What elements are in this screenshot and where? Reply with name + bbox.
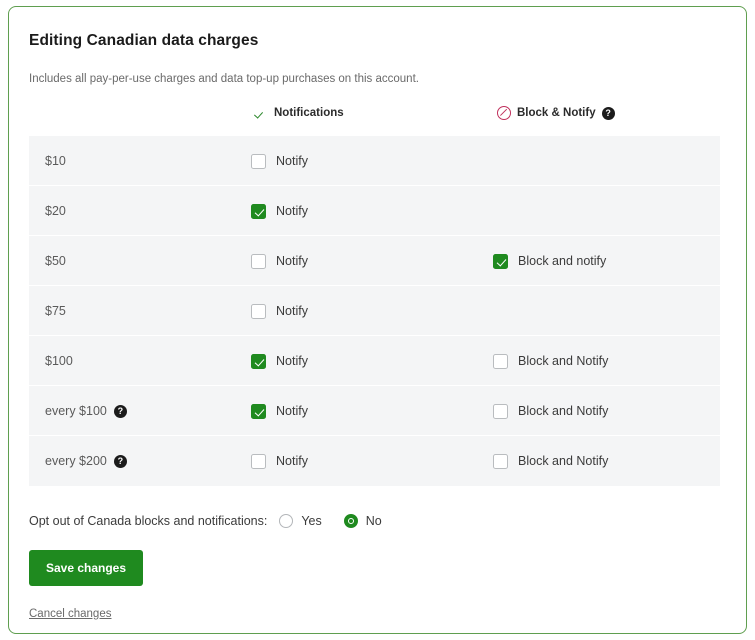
notify-label[interactable]: Notify	[276, 404, 308, 418]
notify-option-cell[interactable]: Notify	[251, 336, 308, 386]
charge-amount-cell: $20	[45, 186, 66, 236]
notify-label[interactable]: Notify	[276, 304, 308, 318]
save-changes-button[interactable]: Save changes	[29, 550, 143, 586]
notify-label[interactable]: Notify	[276, 254, 308, 268]
table-row: $100 Notify Block and Notify	[29, 336, 720, 386]
radio-no-label: No	[365, 514, 382, 528]
table-row: $10 Notify	[29, 136, 720, 186]
optout-section: Opt out of Canada blocks and notificatio…	[29, 514, 726, 528]
notify-checkbox[interactable]	[251, 253, 266, 269]
charge-amount-label: every $100	[45, 404, 107, 418]
block-notify-option-cell[interactable]: Block and Notify	[493, 386, 608, 436]
charge-threshold-table: $10 Notify $20 Notify $50 Notify Block and not…	[29, 136, 720, 486]
charge-amount-cell: every $100?	[45, 386, 127, 436]
charge-amount-cell: $75	[45, 286, 66, 336]
radio-yes-label: Yes	[301, 514, 322, 528]
charge-amount-cell: $10	[45, 136, 66, 186]
help-circle-icon[interactable]: ?	[113, 454, 127, 468]
charge-amount-label: $100	[45, 354, 73, 368]
notify-label[interactable]: Notify	[276, 204, 308, 218]
help-circle-icon[interactable]: ?	[113, 404, 127, 418]
column-header-notifications-label: Notifications	[274, 106, 344, 119]
notify-option-cell[interactable]: Notify	[251, 236, 308, 286]
radio-yes[interactable]	[279, 514, 294, 528]
block-notify-label[interactable]: Block and Notify	[518, 354, 608, 368]
charge-amount-cell: every $200?	[45, 436, 127, 486]
notify-label[interactable]: Notify	[276, 354, 308, 368]
block-notify-label[interactable]: Block and Notify	[518, 404, 608, 418]
charge-amount-cell: $50	[45, 236, 66, 286]
help-circle-icon[interactable]: ?	[601, 106, 615, 120]
page-title: Editing Canadian data charges	[29, 32, 259, 49]
block-notify-label[interactable]: Block and Notify	[518, 454, 608, 468]
column-header-block-notify: Block & Notify ?	[497, 106, 615, 120]
block-notify-option-cell[interactable]: Block and notify	[493, 236, 606, 286]
optout-label: Opt out of Canada blocks and notificatio…	[29, 514, 268, 528]
notify-option-cell[interactable]: Notify	[251, 286, 308, 336]
notify-option-cell[interactable]: Notify	[251, 136, 308, 186]
notify-checkbox[interactable]	[251, 303, 266, 319]
block-notify-label[interactable]: Block and notify	[518, 254, 606, 268]
notify-checkbox[interactable]	[251, 453, 266, 469]
block-notify-option-cell[interactable]: Block and Notify	[493, 436, 608, 486]
table-row: every $100? Notify Block and Notify	[29, 386, 720, 436]
notify-checkbox[interactable]	[251, 353, 266, 369]
block-notify-checkbox[interactable]	[493, 453, 508, 469]
block-circle-slash-icon	[497, 106, 511, 120]
block-notify-checkbox[interactable]	[493, 403, 508, 419]
table-row: $50 Notify Block and notify	[29, 236, 720, 286]
notify-checkbox[interactable]	[251, 403, 266, 419]
column-header-notifications: Notifications	[255, 106, 344, 119]
table-row: every $200? Notify Block and Notify	[29, 436, 720, 486]
notify-option-cell[interactable]: Notify	[251, 186, 308, 236]
optout-option-no[interactable]: No	[343, 514, 382, 528]
column-header-block-notify-label: Block & Notify	[517, 107, 596, 119]
check-icon	[255, 106, 268, 119]
edit-charges-panel: Editing Canadian data charges Includes a…	[8, 6, 747, 634]
notify-label[interactable]: Notify	[276, 454, 308, 468]
table-row: $20 Notify	[29, 186, 720, 236]
radio-no[interactable]	[343, 514, 358, 528]
cancel-changes-link[interactable]: Cancel changes	[29, 608, 111, 620]
block-notify-checkbox[interactable]	[493, 353, 508, 369]
charge-amount-label: $75	[45, 304, 66, 318]
charge-amount-label: every $200	[45, 454, 107, 468]
block-notify-checkbox[interactable]	[493, 253, 508, 269]
notify-checkbox[interactable]	[251, 153, 266, 169]
block-notify-option-cell[interactable]: Block and Notify	[493, 336, 608, 386]
page-description: Includes all pay-per-use charges and dat…	[29, 73, 419, 85]
charge-amount-label: $10	[45, 154, 66, 168]
charge-amount-label: $20	[45, 204, 66, 218]
table-row: $75 Notify	[29, 286, 720, 336]
charge-amount-cell: $100	[45, 336, 73, 386]
notify-checkbox[interactable]	[251, 203, 266, 219]
notify-option-cell[interactable]: Notify	[251, 436, 308, 486]
charge-amount-label: $50	[45, 254, 66, 268]
notify-option-cell[interactable]: Notify	[251, 386, 308, 436]
optout-option-yes[interactable]: Yes	[279, 514, 322, 528]
table-column-headers: Notifications Block & Notify ?	[29, 106, 726, 136]
notify-label[interactable]: Notify	[276, 154, 308, 168]
